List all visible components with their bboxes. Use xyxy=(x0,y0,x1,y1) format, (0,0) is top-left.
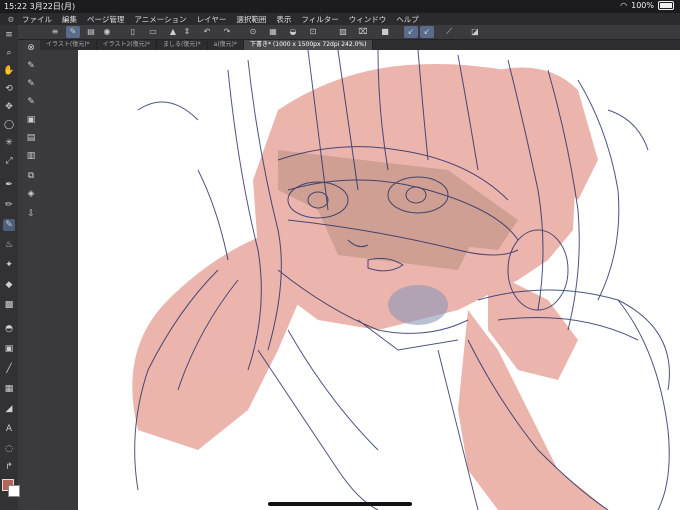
menu-selection[interactable]: 選択範囲 xyxy=(236,14,266,25)
layer-icon[interactable]: ⧉ xyxy=(25,170,37,182)
brush-icon[interactable]: ✎ xyxy=(66,26,80,38)
sub-tool-circle-icon[interactable]: ⊗ xyxy=(25,42,37,54)
tab-mashiru-restored[interactable]: ましる(復元)* xyxy=(157,40,208,50)
text-icon[interactable]: A xyxy=(3,423,15,435)
pencil-tool-icon[interactable]: ✏ xyxy=(3,199,15,211)
sub-color-swatch[interactable] xyxy=(8,485,20,497)
skin-color-fill xyxy=(132,64,608,510)
move-icon[interactable]: ✥ xyxy=(3,101,15,113)
ios-status-bar: 15:22 3月22日(月) ◠ 100% xyxy=(0,0,680,13)
date-text: 3月22日(月) xyxy=(29,2,76,11)
pen-mode-icon[interactable]: ↙ xyxy=(420,26,434,38)
command-bar: ≡ ✎ ▤ ◉ ▯ ▭ ▲ ⇕ ↶ ↷ ⊙ ▦ ◒ ⊡ ▨ ⌧ ■ ⧉ ↙ ↙ … xyxy=(0,25,680,40)
neck-shadow-fill xyxy=(388,285,448,325)
time-text: 15:22 xyxy=(4,2,28,11)
new-file-icon[interactable]: ▯ xyxy=(126,26,140,38)
marquee-icon[interactable]: ⊙ xyxy=(246,26,260,38)
clear-selection-icon[interactable]: ▦ xyxy=(266,26,280,38)
menu-file[interactable]: ファイル xyxy=(22,14,52,25)
sketch-artwork xyxy=(132,50,670,510)
sub-tool-eraser-icon[interactable]: ▤ xyxy=(25,132,37,144)
crop-icon[interactable]: ⌧ xyxy=(356,26,370,38)
battery-percent: 100% xyxy=(631,1,654,10)
tab-illust-restored[interactable]: イラスト(復元)* xyxy=(40,40,97,50)
hamburger-icon[interactable]: ≡ xyxy=(48,26,62,38)
fill-icon[interactable]: ◒ xyxy=(286,26,300,38)
drawing-canvas[interactable] xyxy=(78,50,680,510)
line-icon[interactable]: ⟋ xyxy=(442,26,456,38)
settings-icon[interactable]: ⚙ xyxy=(0,15,22,24)
sub-tool-column: ⊗ ✎ ✎ ✎ ▣ ▤ ▥ ⧉ ◈ ⇩ xyxy=(22,40,40,510)
tab-a-restored[interactable]: a(復元)* xyxy=(208,40,244,50)
pen-pressure-icon[interactable]: ↙ xyxy=(404,26,418,38)
frame-icon[interactable]: ▦ xyxy=(3,383,15,395)
menu-filter[interactable]: フィルター xyxy=(301,14,338,25)
brush-tool-icon[interactable]: ✎ xyxy=(3,219,15,231)
decoration-icon[interactable]: ✦ xyxy=(3,259,15,271)
status-time: 15:22 3月22日(月) xyxy=(4,1,75,12)
mask-icon[interactable]: ■ xyxy=(378,26,392,38)
zoom-icon[interactable]: ⌕ xyxy=(3,47,15,59)
document-tabs: イラスト(復元)* イラスト2(復元)* ましる(復元)* a(復元)* 下書き… xyxy=(40,40,680,50)
redo-icon[interactable]: ↷ xyxy=(220,26,234,38)
quick-access-icon[interactable]: ◪ xyxy=(468,26,482,38)
save-icon[interactable]: ▲ xyxy=(166,26,180,38)
menu-layer[interactable]: レイヤー xyxy=(197,14,227,25)
layer-property-icon[interactable]: ◈ xyxy=(25,188,37,200)
menu-animation[interactable]: アニメーション xyxy=(134,14,186,25)
import-icon[interactable]: ⇩ xyxy=(25,208,37,220)
tab-illust2-restored[interactable]: イラスト2(復元)* xyxy=(97,40,157,50)
hide-selection-icon[interactable]: ▨ xyxy=(336,26,350,38)
magic-wand-icon[interactable]: ✳ xyxy=(3,137,15,149)
sub-tool-pen-1-icon[interactable]: ✎ xyxy=(25,60,37,72)
menu-edit[interactable]: 編集 xyxy=(62,14,77,25)
sub-tool-blend-icon[interactable]: ▥ xyxy=(25,150,37,162)
eraser-icon[interactable]: ◆ xyxy=(3,279,15,291)
battery-icon xyxy=(658,1,674,10)
ruler-icon[interactable]: ◢ xyxy=(3,403,15,415)
open-folder-icon[interactable]: ▭ xyxy=(146,26,160,38)
correct-line-icon[interactable]: ↱ xyxy=(3,461,15,473)
fill-tool-icon[interactable]: ◓ xyxy=(3,323,15,335)
gradient-icon[interactable]: ▣ xyxy=(3,343,15,355)
wifi-icon: ◠ xyxy=(620,1,628,10)
sub-tool-pen-3-icon[interactable]: ✎ xyxy=(25,96,37,108)
rotate-icon[interactable]: ⟲ xyxy=(3,83,15,95)
menu-view[interactable]: 表示 xyxy=(276,14,291,25)
collapse-icon[interactable]: ≡ xyxy=(3,29,15,41)
gallery-icon[interactable]: ◉ xyxy=(100,26,114,38)
transform-icon[interactable]: ⊡ xyxy=(306,26,320,38)
sub-tool-brush-icon[interactable]: ▣ xyxy=(25,114,37,126)
figure-icon[interactable]: ╱ xyxy=(3,363,15,375)
lasso-icon[interactable]: ◯ xyxy=(3,119,15,131)
undo-icon[interactable]: ↶ xyxy=(200,26,214,38)
pen-tool-icon[interactable]: ✒ xyxy=(3,179,15,191)
menu-page[interactable]: ページ管理 xyxy=(87,14,124,25)
balloon-icon[interactable]: ◌ xyxy=(3,443,15,455)
blend-icon[interactable]: ▩ xyxy=(3,299,15,311)
airbrush-icon[interactable]: ♨ xyxy=(3,239,15,251)
status-right: ◠ 100% xyxy=(620,1,674,10)
scroll-arrows-icon[interactable]: ⇕ xyxy=(180,26,194,38)
hand-icon[interactable]: ✋ xyxy=(3,65,15,77)
menu-bar: ⚙ ファイル 編集 ページ管理 アニメーション レイヤー 選択範囲 表示 フィル… xyxy=(0,13,680,25)
sub-tool-pen-2-icon[interactable]: ✎ xyxy=(25,78,37,90)
menu-window[interactable]: ウィンドウ xyxy=(349,14,387,25)
tab-draft[interactable]: 下書き* (1000 x 1500px 72dpi 242.0%) xyxy=(244,40,374,50)
menu-help[interactable]: ヘルプ xyxy=(396,14,419,25)
eyedropper-icon[interactable]: ⤢ xyxy=(3,155,15,167)
home-indicator xyxy=(268,502,412,506)
left-sidebar: ≡ ⌕ ✋ ⟲ ✥ ◯ ✳ ⤢ ✒ ✏ ✎ ♨ ✦ ◆ ▩ ◓ ▣ ╱ ▦ ◢ … xyxy=(0,25,20,510)
edit-layer-icon[interactable]: ▤ xyxy=(84,26,98,38)
